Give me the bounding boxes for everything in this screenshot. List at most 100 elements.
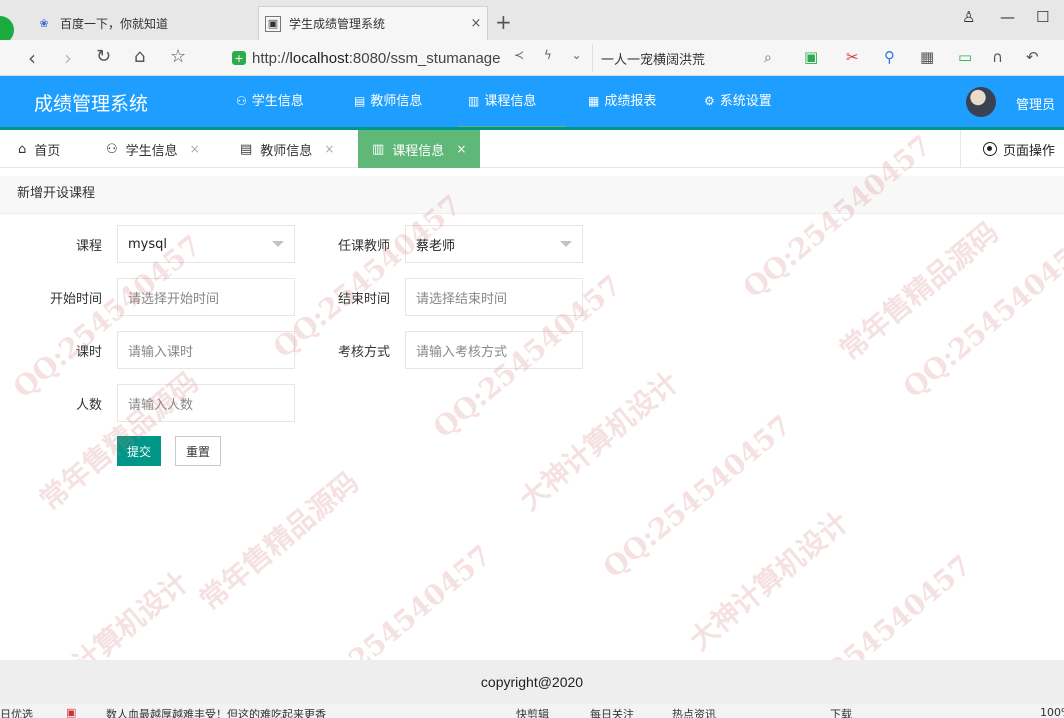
shirt-icon[interactable]: ♙ xyxy=(962,8,975,26)
gear-icon: ⚙ xyxy=(704,94,715,108)
close-icon[interactable]: × xyxy=(324,142,334,156)
secure-shield-icon: + xyxy=(232,51,246,65)
exam-method-placeholder: 请输入考核方式 xyxy=(416,344,508,360)
home-icon[interactable]: ⌂ xyxy=(134,46,145,67)
hours-field[interactable]: 请输入课时 xyxy=(117,331,295,369)
browser-tab-title: 学生成绩管理系统 xyxy=(289,17,386,31)
url-text: http://localhost:8080/ssm_stumanage xyxy=(252,49,501,67)
start-time-field[interactable]: 请选择开始时间 xyxy=(117,278,295,316)
exam-method-label: 考核方式 xyxy=(337,345,390,360)
headphones-icon[interactable]: ∩ xyxy=(992,48,1003,66)
back-icon[interactable]: ‹ xyxy=(28,46,36,70)
maximize-icon[interactable]: ☐ xyxy=(1036,8,1049,26)
forward-icon[interactable]: › xyxy=(64,46,72,70)
teacher-value: 蔡老师 xyxy=(416,238,456,254)
magnifier-icon[interactable]: ⚲ xyxy=(884,48,895,66)
page-ops-button[interactable]: 页面操作 xyxy=(960,130,1064,168)
apps-icon[interactable]: ▦ xyxy=(920,48,934,66)
browser-tab-baidu[interactable]: ❀ 百度一下，你就知道 xyxy=(30,6,256,40)
course-select[interactable]: mysql xyxy=(117,225,295,263)
tab-label: 教师信息 xyxy=(260,143,313,159)
people-field[interactable]: 请输入人数 xyxy=(117,384,295,422)
star-icon[interactable]: ☆ xyxy=(170,46,186,67)
menu-label: 成绩报表 xyxy=(604,94,657,109)
menu-label: 教师信息 xyxy=(370,94,423,109)
battery-icon[interactable]: ▭ xyxy=(958,48,972,66)
search-icon[interactable]: ⌕ xyxy=(764,50,784,66)
people-placeholder: 请输入人数 xyxy=(128,397,194,413)
course-value: mysql xyxy=(128,236,167,252)
start-time-label: 开始时间 xyxy=(49,292,102,307)
chevron-down-icon xyxy=(272,241,284,247)
status-item[interactable]: 下载 xyxy=(830,706,852,718)
form-title: 新增开设课程 xyxy=(0,176,1064,214)
watermark-text: 大神计算机设计 xyxy=(683,505,855,657)
undo-icon[interactable]: ↶ xyxy=(1026,48,1039,66)
teacher-label: 任课教师 xyxy=(337,239,390,254)
tab-courses[interactable]: ▥ 课程信息 × xyxy=(358,130,481,168)
menu-item-courses[interactable]: ▥ 课程信息 xyxy=(458,76,566,130)
news-icon: ▣ xyxy=(66,706,77,718)
tab-label: 课程信息 xyxy=(392,143,445,159)
menu-item-teachers[interactable]: ▤ 教师信息 xyxy=(344,76,432,130)
menu-label: 系统设置 xyxy=(719,94,772,109)
status-item[interactable]: 快剪辑 xyxy=(516,706,549,718)
browser-tab-system[interactable]: ▣ 学生成绩管理系统 × xyxy=(258,6,488,40)
reset-button[interactable]: 重置 xyxy=(175,436,221,466)
menu-label: 课程信息 xyxy=(484,94,537,109)
tab-teachers[interactable]: ▤ 教师信息 × xyxy=(240,130,334,168)
hours-placeholder: 请输入课时 xyxy=(128,344,194,360)
status-left[interactable]: 日优选 xyxy=(0,706,33,718)
watermark-text: 大神计算机设计 xyxy=(513,365,685,517)
menu-item-students[interactable]: ⚇ 学生信息 xyxy=(226,76,314,130)
news-ticker[interactable]: 数人血最越厚越难丰受！但这的难吃起来更香 xyxy=(106,706,326,718)
circle-dot-icon xyxy=(983,142,997,156)
teacher-select[interactable]: 蔡老师 xyxy=(405,225,583,263)
doc-icon: ▤ xyxy=(354,94,366,108)
tab-home[interactable]: ⌂ 首页 xyxy=(18,130,60,168)
app-title: 成绩管理系统 xyxy=(34,93,149,115)
minimize-icon[interactable]: — xyxy=(1000,8,1015,26)
page-icon: ▣ xyxy=(265,15,281,32)
close-icon[interactable]: × xyxy=(190,142,200,156)
page-tabs: ⌂ 首页 ⚇ 学生信息 × ▤ 教师信息 × ▥ 课程信息 × 页面操作 xyxy=(0,130,1064,168)
avatar[interactable] xyxy=(966,87,996,117)
end-time-field[interactable]: 请选择结束时间 xyxy=(405,278,583,316)
exam-method-field[interactable]: 请输入考核方式 xyxy=(405,331,583,369)
close-icon[interactable]: × xyxy=(456,142,466,156)
tab-students[interactable]: ⚇ 学生信息 × xyxy=(106,130,200,168)
menu-label: 学生信息 xyxy=(251,94,304,109)
watermark-text: QQ:254540457 xyxy=(596,408,798,585)
chevron-down-icon xyxy=(560,241,572,247)
user-name[interactable]: 管理员 xyxy=(1016,94,1055,113)
submit-button[interactable]: 提交 xyxy=(117,436,161,466)
book-icon: ▥ xyxy=(372,141,385,157)
new-tab-button[interactable]: + xyxy=(495,10,512,34)
status-item[interactable]: 每日关注 xyxy=(590,706,634,718)
table-icon: ▦ xyxy=(588,94,600,108)
share-icon[interactable]: ≺ ϟ ⌄ xyxy=(514,48,590,62)
browser-tab-title: 百度一下，你就知道 xyxy=(60,16,169,31)
start-time-placeholder: 请选择开始时间 xyxy=(128,291,220,307)
menu-item-settings[interactable]: ⚙ 系统设置 xyxy=(694,76,782,130)
close-tab-icon[interactable]: × xyxy=(465,16,487,31)
zoom-level[interactable]: 100% xyxy=(1040,706,1064,718)
scissors-icon[interactable]: ✂ xyxy=(846,48,859,66)
search-field[interactable]: 一人一宠横阔洪荒 ⌕ xyxy=(592,44,784,72)
home-icon: ⌂ xyxy=(18,141,27,157)
menu-item-reports[interactable]: ▦ 成绩报表 xyxy=(578,76,666,130)
hours-label: 课时 xyxy=(75,345,102,360)
watermark-text: 常年售精品源码 xyxy=(193,465,365,617)
status-item[interactable]: 热点资讯 xyxy=(672,706,716,718)
book-icon: ▥ xyxy=(468,94,480,108)
search-text: 一人一宠横阔洪荒 xyxy=(601,52,706,68)
watermark-text: 常年售精品源码 xyxy=(833,215,1005,367)
extension-icon[interactable]: ▣ xyxy=(804,48,818,66)
browser-status-bar: 日优选 ▣ 数人血最越厚越难丰受！但这的难吃起来更香 快剪辑 每日关注 热点资讯… xyxy=(0,704,1064,718)
users-icon: ⚇ xyxy=(236,94,247,108)
tab-label: 学生信息 xyxy=(125,143,178,159)
refresh-icon[interactable]: ↻ xyxy=(96,46,111,67)
end-time-label: 结束时间 xyxy=(337,292,390,307)
tab-label: 首页 xyxy=(34,143,61,159)
app-header: 成绩管理系统 ⚇ 学生信息 ▤ 教师信息 ▥ 课程信息 ▦ 成绩报表 ⚙ 系统设置 管理员 xyxy=(0,76,1064,130)
